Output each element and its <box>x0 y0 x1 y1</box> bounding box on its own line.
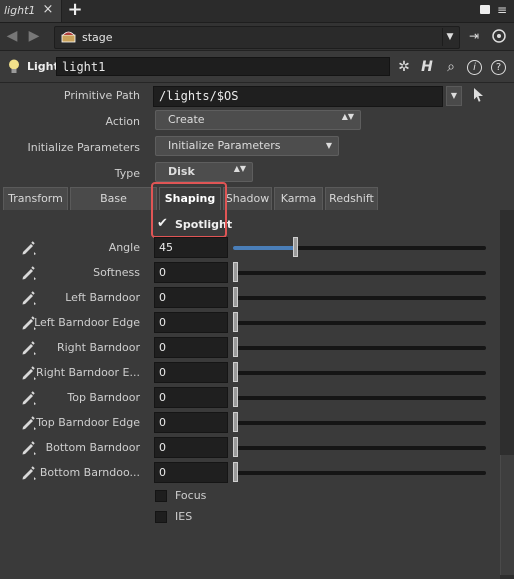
tab-karma[interactable]: Karma <box>274 187 323 210</box>
stage-icon <box>61 31 76 43</box>
pin-icon[interactable]: ⇥ <box>469 29 485 43</box>
tab-redshift[interactable]: Redshift <box>325 187 378 210</box>
slider-handle[interactable] <box>233 362 238 382</box>
info-icon[interactable]: i <box>467 60 482 75</box>
network-path-bar: ◀ ▶ stage ▼ ⇥ <box>0 23 514 51</box>
parameter-slider[interactable] <box>233 437 486 457</box>
focus-label: Focus <box>175 489 207 502</box>
tab-title: light1 <box>4 4 36 17</box>
ies-label: IES <box>175 510 193 523</box>
updown-icon: ▲▼ <box>233 164 246 173</box>
parameter-value-field[interactable]: 0 <box>154 262 228 283</box>
primitive-path-label: Primitive Path <box>63 89 140 102</box>
node-type-label: Light <box>27 60 59 73</box>
parameter-label: Angle <box>108 241 140 254</box>
parameter-value-field[interactable]: 0 <box>154 287 228 308</box>
slider-handle[interactable] <box>233 312 238 332</box>
add-tab-button[interactable]: + <box>66 1 84 19</box>
initialize-parameters-label: Initialize Parameters <box>27 141 141 154</box>
tab-transform[interactable]: Transform <box>3 187 68 210</box>
tab-base-properties[interactable]: Base Properties <box>70 187 157 226</box>
parameter-slider[interactable] <box>233 462 486 482</box>
parameter-label: Left Barndoor <box>65 291 140 304</box>
slider-fill <box>233 246 296 250</box>
parameter-slider[interactable] <box>233 237 486 257</box>
chevron-down-icon[interactable]: ▼ <box>442 28 457 46</box>
tab-shadow[interactable]: Shadow <box>223 187 272 210</box>
initialize-parameters-value: Initialize Parameters <box>168 139 281 152</box>
parameter-slider[interactable] <box>233 337 486 357</box>
updown-icon: ▲▼ <box>341 112 354 121</box>
parameter-slider[interactable] <box>233 412 486 432</box>
chevron-down-icon[interactable]: ▼ <box>446 86 462 106</box>
slider-handle[interactable] <box>233 387 238 407</box>
path-text: stage <box>82 31 113 44</box>
type-menu[interactable]: Disk ▲▼ <box>155 162 253 182</box>
slider-handle[interactable] <box>293 237 298 257</box>
action-menu[interactable]: Create ▲▼ <box>155 110 361 130</box>
primitive-path-field[interactable]: /lights/$OS <box>153 86 443 107</box>
parameter-slider[interactable] <box>233 387 486 407</box>
window-tab-bar: light1 × + ≡ <box>0 0 514 23</box>
close-icon[interactable]: × <box>40 2 56 18</box>
chevron-down-icon: ▼ <box>325 141 332 150</box>
path-selector[interactable]: stage ▼ <box>54 26 460 49</box>
parameter-slider[interactable] <box>233 362 486 382</box>
tab-light1[interactable]: light1 × <box>0 0 62 22</box>
type-label: Type <box>114 167 140 180</box>
parameter-slider[interactable] <box>233 312 486 332</box>
forward-arrow-icon[interactable]: ▶ <box>26 28 42 44</box>
parameter-value-field[interactable]: 0 <box>154 412 228 433</box>
parameter-value-field[interactable]: 0 <box>154 387 228 408</box>
parameter-label: Top Barndoor Edge <box>36 416 140 429</box>
select-arrow-icon[interactable] <box>470 86 486 104</box>
action-label: Action <box>105 115 140 128</box>
link-target-icon[interactable] <box>491 28 507 44</box>
gear-icon[interactable]: ✲ <box>395 59 413 75</box>
restore-window-icon[interactable] <box>480 5 490 14</box>
parameter-value-field[interactable]: 0 <box>154 362 228 383</box>
slider-handle[interactable] <box>233 337 238 357</box>
slider-handle[interactable] <box>233 437 238 457</box>
parameter-value-field[interactable]: 45 <box>154 237 228 258</box>
initialize-parameters-menu[interactable]: Initialize Parameters ▼ <box>155 136 339 156</box>
slider-handle[interactable] <box>233 287 238 307</box>
parameter-value-field[interactable]: 0 <box>154 437 228 458</box>
slider-handle[interactable] <box>233 412 238 432</box>
slider-handle[interactable] <box>233 262 238 282</box>
parameter-label: Bottom Barndoor <box>45 441 140 454</box>
slider-handle[interactable] <box>233 462 238 482</box>
parameter-slider[interactable] <box>233 262 486 282</box>
parameter-slider[interactable] <box>233 287 486 307</box>
back-arrow-icon[interactable]: ◀ <box>4 28 20 44</box>
parameter-label: Left Barndoor Edge <box>34 316 140 329</box>
parameter-value-field[interactable]: 0 <box>154 337 228 358</box>
parameter-label: Right Barndoor <box>56 341 140 354</box>
node-header: Light light1 ✲ H ⌕ i ? <box>0 51 514 83</box>
search-icon[interactable]: ⌕ <box>442 59 460 75</box>
help-icon[interactable]: ? <box>491 60 506 75</box>
ies-checkbox[interactable] <box>155 511 167 523</box>
shaping-highlight-box <box>151 182 227 238</box>
pane-menu-icon[interactable]: ≡ <box>494 3 510 17</box>
focus-checkbox[interactable] <box>155 490 167 502</box>
type-value: Disk <box>168 165 195 178</box>
parameter-label: Bottom Barndoo... <box>39 466 140 479</box>
parameter-value-field[interactable]: 0 <box>154 312 228 333</box>
node-name-field[interactable]: light1 <box>56 57 390 76</box>
scrollbar-thumb[interactable] <box>500 455 514 575</box>
houdini-icon[interactable]: H <box>418 59 436 75</box>
parameter-label: Right Barndoor E... <box>36 366 140 379</box>
parameter-label: Top Barndoor <box>67 391 140 404</box>
action-value: Create <box>168 113 205 126</box>
parameter-label: Softness <box>93 266 140 279</box>
light-bulb-icon <box>9 59 19 73</box>
parameter-value-field[interactable]: 0 <box>154 462 228 483</box>
